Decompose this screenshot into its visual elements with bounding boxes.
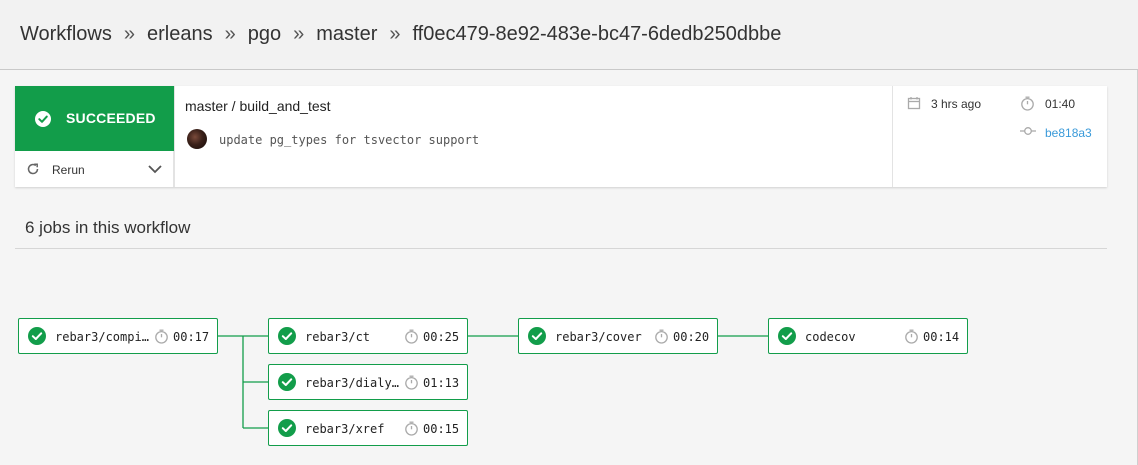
check-circle-icon <box>528 327 546 345</box>
stopwatch-icon <box>405 375 418 390</box>
job-name: codecov <box>805 330 856 344</box>
job-node[interactable]: rebar3/compile 00:17 <box>18 318 218 354</box>
job-duration: 01:13 <box>423 376 460 390</box>
job-duration: 00:25 <box>423 330 460 344</box>
job-name: rebar3/dialyz… <box>305 376 403 390</box>
job-duration: 00:17 <box>173 330 210 344</box>
stopwatch-icon <box>405 421 418 436</box>
stopwatch-icon <box>655 329 668 344</box>
job-node[interactable]: rebar3/cover 00:20 <box>518 318 718 354</box>
job-duration: 00:20 <box>673 330 710 344</box>
job-duration: 00:15 <box>423 422 460 436</box>
check-circle-icon <box>28 327 46 345</box>
job-name: rebar3/ct <box>305 330 371 344</box>
check-circle-icon <box>278 327 296 345</box>
job-node[interactable]: rebar3/xref 00:15 <box>268 410 468 446</box>
stopwatch-icon <box>155 329 168 344</box>
check-circle-icon <box>778 327 796 345</box>
job-node[interactable]: codecov 00:14 <box>768 318 968 354</box>
check-circle-icon <box>278 373 296 391</box>
check-circle-icon <box>278 419 296 437</box>
job-name: rebar3/xref <box>305 422 385 436</box>
job-name: rebar3/compile <box>55 330 153 344</box>
job-connectors <box>218 335 768 429</box>
job-node[interactable]: rebar3/ct 00:25 <box>268 318 468 354</box>
job-duration: 00:14 <box>923 330 960 344</box>
stopwatch-icon <box>905 329 918 344</box>
stopwatch-icon <box>405 329 418 344</box>
job-name: rebar3/cover <box>555 330 642 344</box>
job-node[interactable]: rebar3/dialyz… 01:13 <box>268 364 468 400</box>
